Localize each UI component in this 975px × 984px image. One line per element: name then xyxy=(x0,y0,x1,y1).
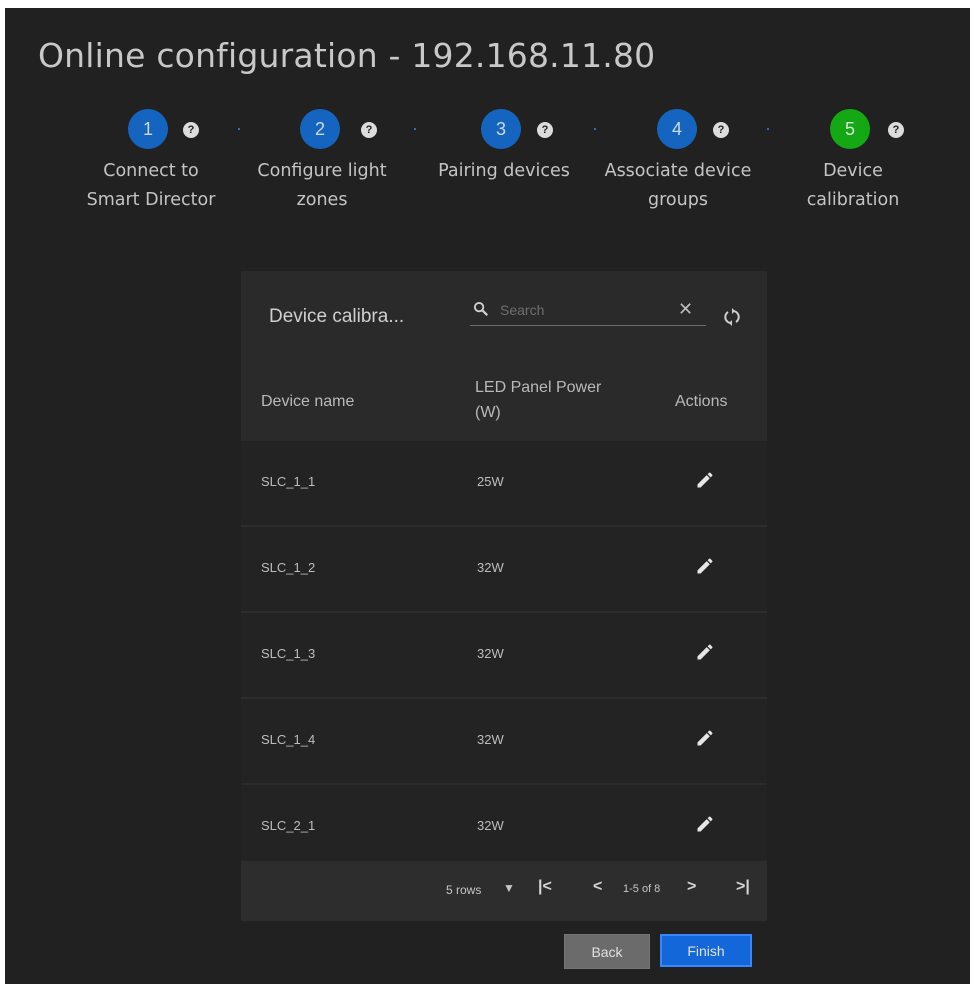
power-cell: 32W xyxy=(477,646,504,661)
table-title: Device calibra... xyxy=(269,306,405,327)
finish-button[interactable]: Finish xyxy=(660,934,752,967)
help-icon[interactable]: ? xyxy=(713,122,729,138)
device-name-cell: SLC_1_3 xyxy=(261,646,316,661)
step-number-badge: 2 xyxy=(300,109,340,149)
step-connector xyxy=(238,128,240,130)
table-header: Device name LED Panel Power (W) Actions xyxy=(241,365,767,441)
power-cell: 25W xyxy=(477,474,504,489)
next-page-icon[interactable]: > xyxy=(687,878,696,896)
close-icon[interactable]: ✕ xyxy=(678,299,693,320)
table-row: SLC_1_1 25W xyxy=(241,441,767,527)
table-row: SLC_1_3 32W xyxy=(241,613,767,699)
back-button[interactable]: Back xyxy=(564,934,650,969)
help-icon[interactable]: ? xyxy=(537,122,553,138)
device-name-cell: SLC_1_4 xyxy=(261,732,316,747)
column-header-led-panel-power[interactable]: LED Panel Power (W) xyxy=(475,375,625,425)
configuration-panel: Online configuration - 192.168.11.80 1 ?… xyxy=(5,8,970,984)
edit-icon[interactable] xyxy=(695,556,715,576)
edit-icon[interactable] xyxy=(695,642,715,662)
step-label: Pairing devices xyxy=(438,161,570,181)
edit-icon[interactable] xyxy=(695,470,715,490)
step-label: Connect to Smart Director xyxy=(86,161,216,210)
device-calibration-table: Device calibra... ✕ Device name LED Pane… xyxy=(241,271,767,921)
refresh-icon[interactable] xyxy=(723,307,741,327)
help-icon[interactable]: ? xyxy=(183,122,199,138)
search-box: ✕ xyxy=(470,293,706,326)
device-name-cell: SLC_2_1 xyxy=(261,818,316,833)
step-number-badge: 1 xyxy=(128,109,168,149)
last-page-icon[interactable]: >| xyxy=(736,878,750,896)
step-number-badge: 4 xyxy=(657,109,697,149)
page-title: Online configuration - 192.168.11.80 xyxy=(38,36,656,75)
rows-per-page-select[interactable]: 5 rows xyxy=(446,883,481,897)
edit-icon[interactable] xyxy=(695,814,715,834)
table-row: SLC_2_1 32W xyxy=(241,785,767,861)
table-row: SLC_1_4 32W xyxy=(241,699,767,785)
help-icon[interactable]: ? xyxy=(888,122,904,138)
table-row: SLC_1_2 32W xyxy=(241,527,767,613)
step-label: Device calibration xyxy=(806,161,900,210)
help-icon[interactable]: ? xyxy=(361,122,377,138)
prev-page-icon[interactable]: < xyxy=(593,878,602,896)
step-connector xyxy=(414,128,416,130)
column-header-actions: Actions xyxy=(675,393,728,410)
device-name-cell: SLC_1_1 xyxy=(261,474,316,489)
power-cell: 32W xyxy=(477,732,504,747)
pagination-bar: 5 rows ▼ |< < 1-5 of 8 > >| xyxy=(241,861,767,921)
edit-icon[interactable] xyxy=(695,728,715,748)
step-label: Configure light zones xyxy=(257,161,387,210)
first-page-icon[interactable]: |< xyxy=(538,878,552,896)
chevron-down-icon[interactable]: ▼ xyxy=(503,881,515,895)
search-icon xyxy=(473,301,488,316)
step-connector xyxy=(594,128,596,130)
power-cell: 32W xyxy=(477,818,504,833)
column-header-device-name[interactable]: Device name xyxy=(261,393,354,411)
step-connector xyxy=(767,128,769,130)
step-label: Associate device groups xyxy=(604,161,752,210)
power-cell: 32W xyxy=(477,560,504,575)
search-input[interactable] xyxy=(498,298,652,322)
step-number-badge: 5 xyxy=(830,109,870,149)
page-range: 1-5 of 8 xyxy=(623,883,661,895)
step-number-badge: 3 xyxy=(481,109,521,149)
device-name-cell: SLC_1_2 xyxy=(261,560,316,575)
